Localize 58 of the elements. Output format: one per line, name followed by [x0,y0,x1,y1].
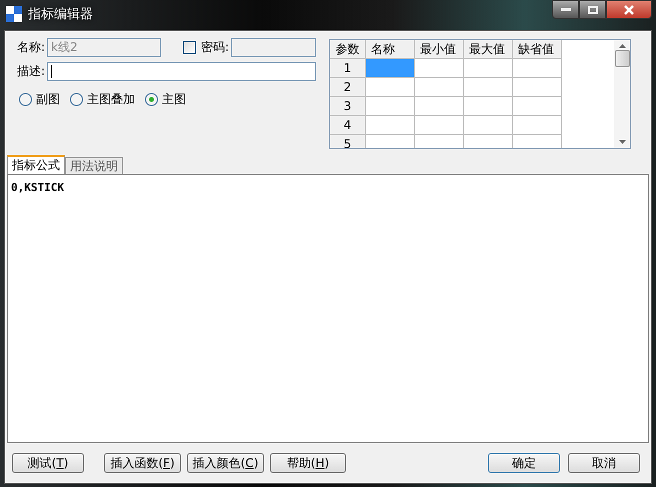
text-cursor [51,64,52,78]
maximize-icon [588,6,598,14]
radio-label: 主图叠加 [87,91,135,108]
radio-button[interactable] [70,93,83,106]
close-icon [624,4,634,14]
tab[interactable]: 用法说明 [65,157,123,174]
table-cell[interactable] [366,97,415,116]
radio-label: 副图 [36,91,60,108]
row-number: 3 [330,97,366,116]
description-field[interactable] [47,62,316,80]
table-cell[interactable] [366,59,415,78]
row-number: 1 [330,59,366,78]
column-header: 参数 [330,40,366,59]
toolbar-button[interactable]: 帮助(H) [270,453,346,473]
scrollbar[interactable] [614,40,630,148]
radio-label: 主图 [162,91,186,108]
toolbar-button[interactable]: 插入函数(F) [104,453,181,473]
scroll-up-icon [618,44,626,48]
dialog-button[interactable]: 取消 [568,453,640,473]
app-icon [6,6,22,22]
scroll-down-icon [618,140,626,144]
table-cell[interactable] [464,97,513,116]
maximize-button[interactable] [579,0,606,19]
description-label: 描述: [17,62,46,80]
table-cell[interactable] [513,116,562,135]
table-cell[interactable] [513,59,562,78]
row-number: 2 [330,78,366,97]
table-cell[interactable] [513,97,562,116]
password-label: 密码: [201,38,230,56]
scroll-thumb[interactable] [614,50,630,67]
table-cell[interactable] [415,78,464,97]
minimize-icon [560,8,570,11]
table-cell[interactable] [464,78,513,97]
table-cell[interactable] [464,116,513,135]
table-cell[interactable] [366,116,415,135]
toolbar-button[interactable]: 测试(T) [12,453,84,473]
dialog-button[interactable]: 确定 [488,453,560,473]
table-cell[interactable] [366,78,415,97]
column-header: 名称 [366,40,415,59]
window-title: 指标编辑器 [28,6,94,23]
column-header: 最大值 [464,40,513,59]
toolbar-button[interactable]: 插入颜色(C) [187,453,264,473]
radio-button[interactable] [19,93,32,106]
table-cell[interactable] [464,59,513,78]
minimize-button[interactable] [552,0,579,19]
tab[interactable]: 指标公式 [7,155,65,174]
radio-button[interactable] [145,93,158,106]
table-cell[interactable] [415,59,464,78]
column-header: 缺省值 [513,40,562,59]
table-cell[interactable] [415,116,464,135]
formula-editor[interactable]: 0,KSTICK [7,174,649,443]
column-header: 最小值 [415,40,464,59]
table-cell[interactable] [415,97,464,116]
close-button[interactable] [606,0,652,19]
row-number: 4 [330,116,366,135]
name-label: 名称: [17,38,46,56]
table-cell[interactable] [513,78,562,97]
row-number: 5 [330,135,366,148]
